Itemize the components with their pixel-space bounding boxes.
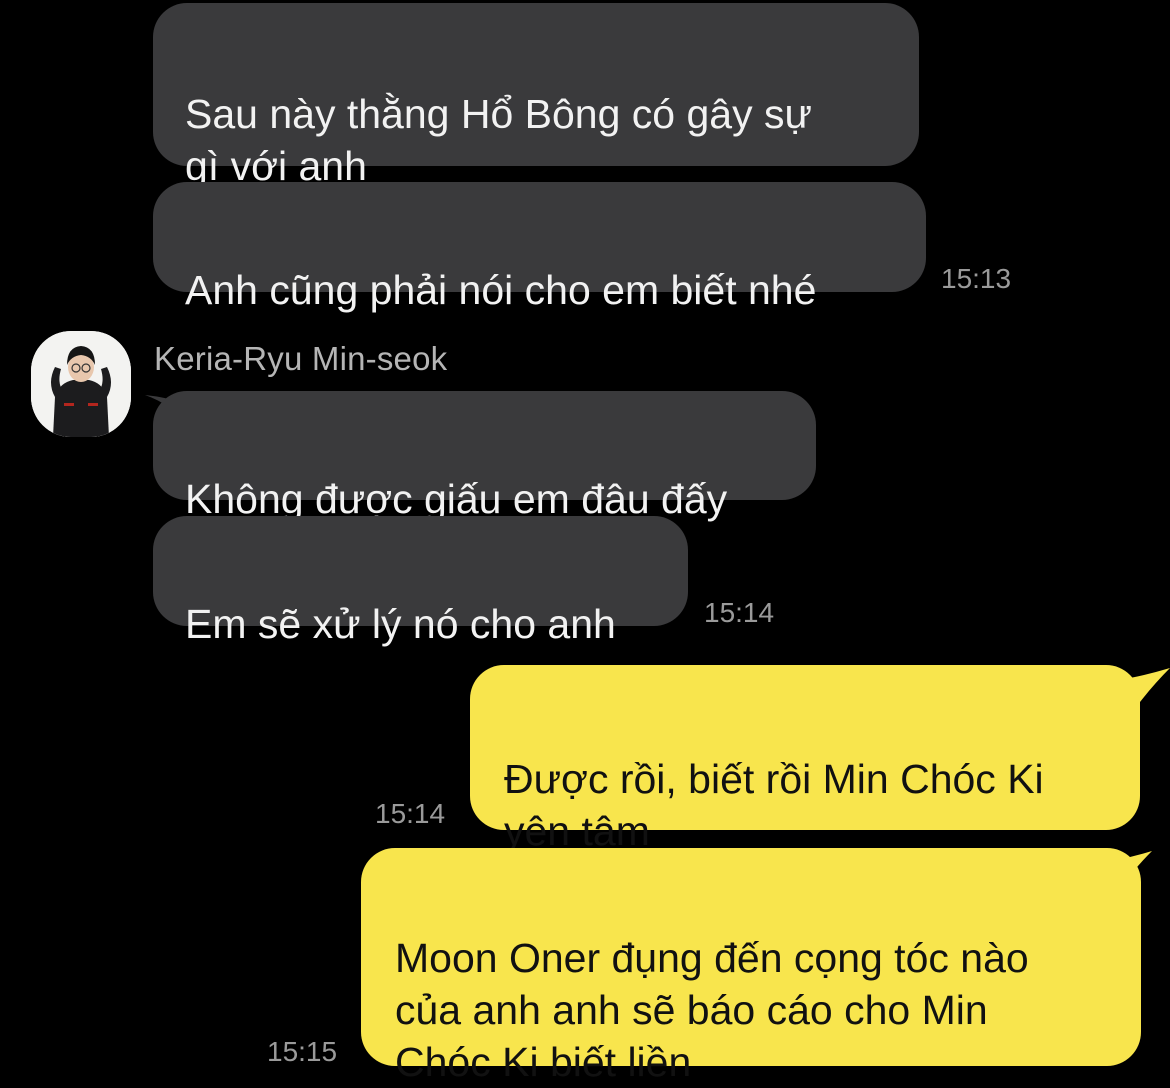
sender-name: Keria-Ryu Min-seok	[154, 340, 448, 377]
message-timestamp: 15:14	[375, 798, 446, 829]
message-timestamp: 15:15	[267, 1036, 338, 1067]
message-bubble-outgoing[interactable]: Moon Oner đụng đến cọng tóc nào của anh …	[361, 848, 1141, 1085]
message-text: Anh cũng phải nói cho em biết nhé	[185, 267, 817, 313]
message-timestamp: 15:14	[704, 597, 775, 628]
message-text: Em sẽ xử lý nó cho anh	[185, 601, 616, 647]
message-bubble-outgoing[interactable]: Được rồi, biết rồi Min Chóc Ki yên tâm	[470, 665, 1140, 854]
message-bubble-incoming[interactable]: Sau này thằng Hổ Bông có gây sự gì với a…	[153, 3, 919, 189]
contact-avatar[interactable]	[31, 331, 131, 437]
message-text: Moon Oner đụng đến cọng tóc nào của anh …	[395, 935, 1029, 1085]
message-text: Được rồi, biết rồi Min Chóc Ki yên tâm	[504, 756, 1044, 854]
user-avatar-icon	[31, 331, 131, 437]
message-bubble-incoming[interactable]: Không được giấu em đâu đấy	[153, 391, 816, 522]
message-bubble-incoming[interactable]: Em sẽ xử lý nó cho anh	[153, 516, 688, 647]
message-timestamp: 15:13	[941, 263, 1012, 294]
message-bubble-incoming[interactable]: Anh cũng phải nói cho em biết nhé	[153, 182, 926, 313]
message-text: Sau này thằng Hổ Bông có gây sự gì với a…	[185, 91, 812, 189]
